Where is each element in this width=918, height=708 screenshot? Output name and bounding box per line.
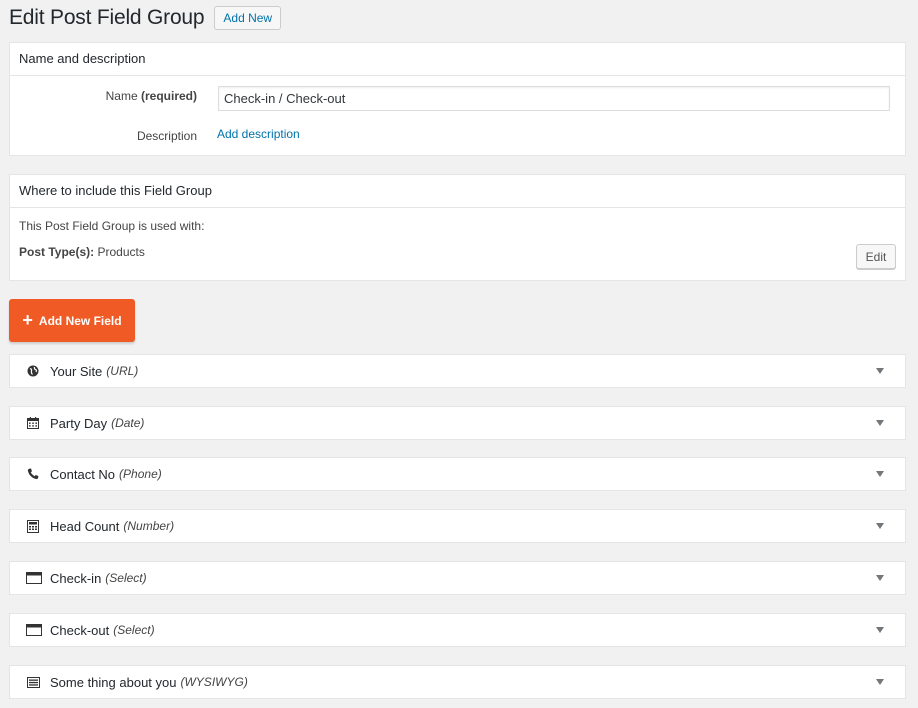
add-new-field-button[interactable]: + Add New Field — [9, 299, 135, 342]
field-name: Party Day — [50, 415, 108, 431]
name-description-box: Name and description Name (required) Des… — [9, 42, 906, 156]
name-label-text: Name — [105, 89, 138, 103]
field-name: Your Site — [50, 363, 103, 379]
field-row-check-in[interactable]: Check-in (Select) — [9, 561, 906, 595]
name-description-heading: Name and description — [10, 43, 905, 76]
select-icon — [25, 571, 42, 585]
field-type: (Number) — [123, 519, 175, 533]
page-header: Edit Post Field Group Add New — [9, 5, 282, 31]
calendar-icon — [26, 416, 40, 430]
field-type: (URL) — [106, 364, 139, 378]
field-name: Head Count — [50, 518, 120, 534]
where-include-box: Where to include this Field Group This P… — [9, 174, 906, 281]
chevron-down-icon[interactable] — [876, 420, 884, 426]
field-row-check-out[interactable]: Check-out (Select) — [9, 613, 906, 647]
phone-icon — [26, 467, 40, 481]
field-name: Some thing about you — [50, 674, 177, 690]
description-label: Description — [136, 129, 197, 143]
chevron-down-icon[interactable] — [876, 368, 884, 374]
chevron-down-icon[interactable] — [876, 627, 884, 633]
post-types-value: Products — [97, 245, 145, 259]
calculator-icon — [26, 519, 40, 533]
edit-button[interactable]: Edit — [856, 244, 896, 269]
chevron-down-icon[interactable] — [876, 679, 884, 685]
field-row-head-count[interactable]: Head Count (Number) — [9, 509, 906, 543]
globe-icon — [26, 364, 40, 378]
add-new-button[interactable]: Add New — [214, 6, 282, 30]
post-types-label: Post Type(s): — [19, 245, 95, 259]
field-type: (WYSIWYG) — [180, 675, 248, 689]
field-row-party-day[interactable]: Party Day (Date) — [9, 406, 906, 440]
add-new-field-label: Add New Field — [38, 313, 122, 328]
field-row-some-thing-about-you[interactable]: Some thing about you (WYSIWYG) — [9, 665, 906, 699]
name-input[interactable] — [218, 86, 890, 111]
field-type: (Phone) — [119, 467, 162, 481]
field-type: (Select) — [113, 623, 155, 637]
field-name: Contact No — [50, 466, 116, 482]
name-required-text: (required) — [140, 89, 197, 103]
select-icon — [25, 623, 42, 637]
chevron-down-icon[interactable] — [876, 523, 884, 529]
add-description-link[interactable]: Add description — [217, 127, 300, 141]
field-type: (Date) — [111, 416, 145, 430]
post-types-line: Post Type(s): Products — [19, 245, 145, 259]
chevron-down-icon[interactable] — [876, 471, 884, 477]
page-title: Edit Post Field Group — [9, 6, 205, 29]
field-type: (Select) — [105, 571, 147, 585]
where-include-heading: Where to include this Field Group — [10, 175, 905, 208]
field-name: Check-out — [50, 622, 110, 638]
plus-icon: + — [22, 309, 33, 330]
used-with-text: This Post Field Group is used with: — [19, 219, 205, 233]
field-row-your-site[interactable]: Your Site (URL) — [9, 354, 906, 388]
name-label: Name (required) — [106, 89, 197, 103]
field-row-contact-no[interactable]: Contact No (Phone) — [9, 457, 906, 491]
wysiwyg-icon — [26, 675, 40, 689]
field-name: Check-in — [50, 570, 102, 586]
chevron-down-icon[interactable] — [876, 575, 884, 581]
